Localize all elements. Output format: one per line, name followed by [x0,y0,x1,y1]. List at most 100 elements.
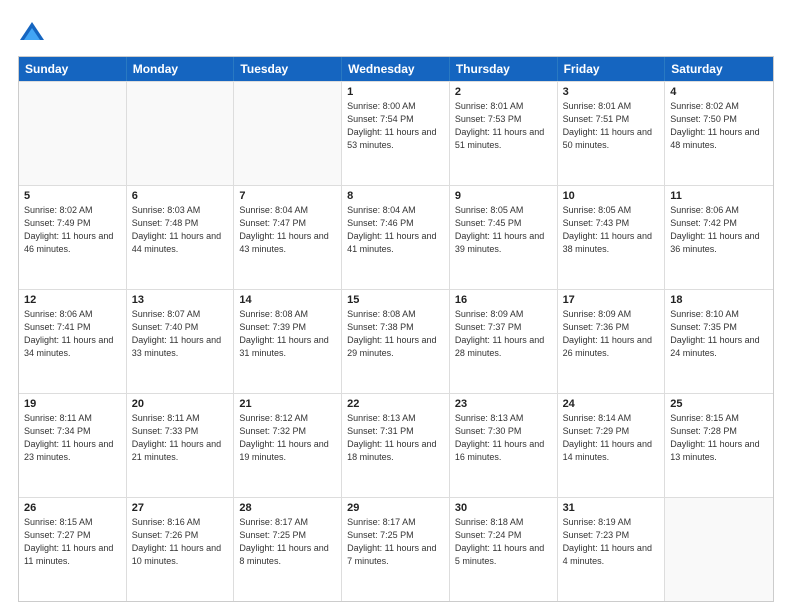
calendar-week-2: 5Sunrise: 8:02 AM Sunset: 7:49 PM Daylig… [19,185,773,289]
calendar: SundayMondayTuesdayWednesdayThursdayFrid… [18,56,774,602]
calendar-day-20: 20 Sunrise: 8:11 AM Sunset: 7:33 PM Dayli… [127,394,235,497]
date-number: 29 [347,502,444,514]
weekday-header-monday: Monday [127,57,235,81]
date-number: 13 [132,294,229,306]
weekday-header-wednesday: Wednesday [342,57,450,81]
date-number: 26 [24,502,121,514]
calendar-day-7: 7Sunrise: 8:04 AM Sunset: 7:47 PM Daylig… [234,186,342,289]
weekday-header-saturday: Saturday [665,57,773,81]
day-info: Sunrise: 8:19 AM Sunset: 7:23 PM Dayligh… [563,516,660,568]
date-number: 23 [455,398,552,410]
day-info: Sunrise: 8:13 AM Sunset: 7:31 PM Dayligh… [347,412,444,464]
date-number: 8 [347,190,444,202]
day-info: Sunrise: 8:11 AM Sunset: 7:34 PM Dayligh… [24,412,121,464]
date-number: 1 [347,86,444,98]
calendar-day-16: 16 Sunrise: 8:09 AM Sunset: 7:37 PM Dayli… [450,290,558,393]
calendar-day-24: 24 Sunrise: 8:14 AM Sunset: 7:29 PM Dayli… [558,394,666,497]
day-info: Sunrise: 8:11 AM Sunset: 7:33 PM Dayligh… [132,412,229,464]
calendar-day-21: 21 Sunrise: 8:12 AM Sunset: 7:32 PM Dayli… [234,394,342,497]
day-info: Sunrise: 8:17 AM Sunset: 7:25 PM Dayligh… [347,516,444,568]
day-info: Sunrise: 8:01 AM Sunset: 7:51 PM Dayligh… [563,100,660,152]
logo-icon [18,18,46,46]
calendar-day-15: 15Sunrise: 8:08 AM Sunset: 7:38 PM Dayli… [342,290,450,393]
calendar-day-empty [127,82,235,185]
calendar-day-17: 17Sunrise: 8:09 AM Sunset: 7:36 PM Dayli… [558,290,666,393]
day-info: Sunrise: 8:18 AM Sunset: 7:24 PM Dayligh… [455,516,552,568]
day-info: Sunrise: 8:14 AM Sunset: 7:29 PM Dayligh… [563,412,660,464]
day-info: Sunrise: 8:04 AM Sunset: 7:47 PM Dayligh… [239,204,336,256]
calendar-day-14: 14Sunrise: 8:08 AM Sunset: 7:39 PM Dayli… [234,290,342,393]
calendar-day-4: 4 Sunrise: 8:02 AM Sunset: 7:50 PM Daylig… [665,82,773,185]
calendar-page: SundayMondayTuesdayWednesdayThursdayFrid… [0,0,792,612]
day-info: Sunrise: 8:09 AM Sunset: 7:36 PM Dayligh… [563,308,660,360]
weekday-header-sunday: Sunday [19,57,127,81]
calendar-week-1: 1 Sunrise: 8:00 AM Sunset: 7:54 PM Daylig… [19,81,773,185]
calendar-body: 1 Sunrise: 8:00 AM Sunset: 7:54 PM Daylig… [19,81,773,601]
logo [18,18,50,46]
date-number: 18 [670,294,768,306]
calendar-day-5: 5Sunrise: 8:02 AM Sunset: 7:49 PM Daylig… [19,186,127,289]
page-header [18,18,774,46]
day-info: Sunrise: 8:05 AM Sunset: 7:43 PM Dayligh… [563,204,660,256]
day-info: Sunrise: 8:15 AM Sunset: 7:28 PM Dayligh… [670,412,768,464]
day-info: Sunrise: 8:13 AM Sunset: 7:30 PM Dayligh… [455,412,552,464]
date-number: 24 [563,398,660,410]
date-number: 21 [239,398,336,410]
day-info: Sunrise: 8:00 AM Sunset: 7:54 PM Dayligh… [347,100,444,152]
calendar-day-30: 30 Sunrise: 8:18 AM Sunset: 7:24 PM Dayli… [450,498,558,601]
calendar-header: SundayMondayTuesdayWednesdayThursdayFrid… [19,57,773,81]
date-number: 27 [132,502,229,514]
day-info: Sunrise: 8:07 AM Sunset: 7:40 PM Dayligh… [132,308,229,360]
calendar-day-26: 26Sunrise: 8:15 AM Sunset: 7:27 PM Dayli… [19,498,127,601]
date-number: 25 [670,398,768,410]
day-info: Sunrise: 8:02 AM Sunset: 7:49 PM Dayligh… [24,204,121,256]
date-number: 9 [455,190,552,202]
calendar-day-18: 18 Sunrise: 8:10 AM Sunset: 7:35 PM Dayli… [665,290,773,393]
day-info: Sunrise: 8:09 AM Sunset: 7:37 PM Dayligh… [455,308,552,360]
date-number: 6 [132,190,229,202]
date-number: 4 [670,86,768,98]
calendar-day-28: 28Sunrise: 8:17 AM Sunset: 7:25 PM Dayli… [234,498,342,601]
calendar-day-empty [665,498,773,601]
calendar-week-3: 12 Sunrise: 8:06 AM Sunset: 7:41 PM Dayli… [19,289,773,393]
date-number: 20 [132,398,229,410]
calendar-day-29: 29 Sunrise: 8:17 AM Sunset: 7:25 PM Dayli… [342,498,450,601]
calendar-day-19: 19Sunrise: 8:11 AM Sunset: 7:34 PM Dayli… [19,394,127,497]
day-info: Sunrise: 8:05 AM Sunset: 7:45 PM Dayligh… [455,204,552,256]
calendar-day-2: 2 Sunrise: 8:01 AM Sunset: 7:53 PM Daylig… [450,82,558,185]
day-info: Sunrise: 8:04 AM Sunset: 7:46 PM Dayligh… [347,204,444,256]
date-number: 16 [455,294,552,306]
calendar-day-12: 12 Sunrise: 8:06 AM Sunset: 7:41 PM Dayli… [19,290,127,393]
day-info: Sunrise: 8:03 AM Sunset: 7:48 PM Dayligh… [132,204,229,256]
calendar-day-11: 11 Sunrise: 8:06 AM Sunset: 7:42 PM Dayli… [665,186,773,289]
date-number: 31 [563,502,660,514]
date-number: 11 [670,190,768,202]
calendar-day-27: 27Sunrise: 8:16 AM Sunset: 7:26 PM Dayli… [127,498,235,601]
date-number: 30 [455,502,552,514]
date-number: 10 [563,190,660,202]
calendar-day-31: 31 Sunrise: 8:19 AM Sunset: 7:23 PM Dayli… [558,498,666,601]
date-number: 12 [24,294,121,306]
calendar-day-13: 13 Sunrise: 8:07 AM Sunset: 7:40 PM Dayli… [127,290,235,393]
date-number: 2 [455,86,552,98]
calendar-day-3: 3 Sunrise: 8:01 AM Sunset: 7:51 PM Daylig… [558,82,666,185]
weekday-header-tuesday: Tuesday [234,57,342,81]
calendar-day-10: 10 Sunrise: 8:05 AM Sunset: 7:43 PM Dayli… [558,186,666,289]
calendar-day-22: 22Sunrise: 8:13 AM Sunset: 7:31 PM Dayli… [342,394,450,497]
day-info: Sunrise: 8:17 AM Sunset: 7:25 PM Dayligh… [239,516,336,568]
calendar-day-8: 8 Sunrise: 8:04 AM Sunset: 7:46 PM Daylig… [342,186,450,289]
calendar-week-4: 19Sunrise: 8:11 AM Sunset: 7:34 PM Dayli… [19,393,773,497]
date-number: 3 [563,86,660,98]
date-number: 14 [239,294,336,306]
calendar-day-23: 23 Sunrise: 8:13 AM Sunset: 7:30 PM Dayli… [450,394,558,497]
day-info: Sunrise: 8:01 AM Sunset: 7:53 PM Dayligh… [455,100,552,152]
day-info: Sunrise: 8:02 AM Sunset: 7:50 PM Dayligh… [670,100,768,152]
calendar-day-6: 6 Sunrise: 8:03 AM Sunset: 7:48 PM Daylig… [127,186,235,289]
day-info: Sunrise: 8:06 AM Sunset: 7:41 PM Dayligh… [24,308,121,360]
day-info: Sunrise: 8:10 AM Sunset: 7:35 PM Dayligh… [670,308,768,360]
day-info: Sunrise: 8:12 AM Sunset: 7:32 PM Dayligh… [239,412,336,464]
day-info: Sunrise: 8:06 AM Sunset: 7:42 PM Dayligh… [670,204,768,256]
calendar-week-5: 26Sunrise: 8:15 AM Sunset: 7:27 PM Dayli… [19,497,773,601]
calendar-day-25: 25 Sunrise: 8:15 AM Sunset: 7:28 PM Dayli… [665,394,773,497]
weekday-header-thursday: Thursday [450,57,558,81]
